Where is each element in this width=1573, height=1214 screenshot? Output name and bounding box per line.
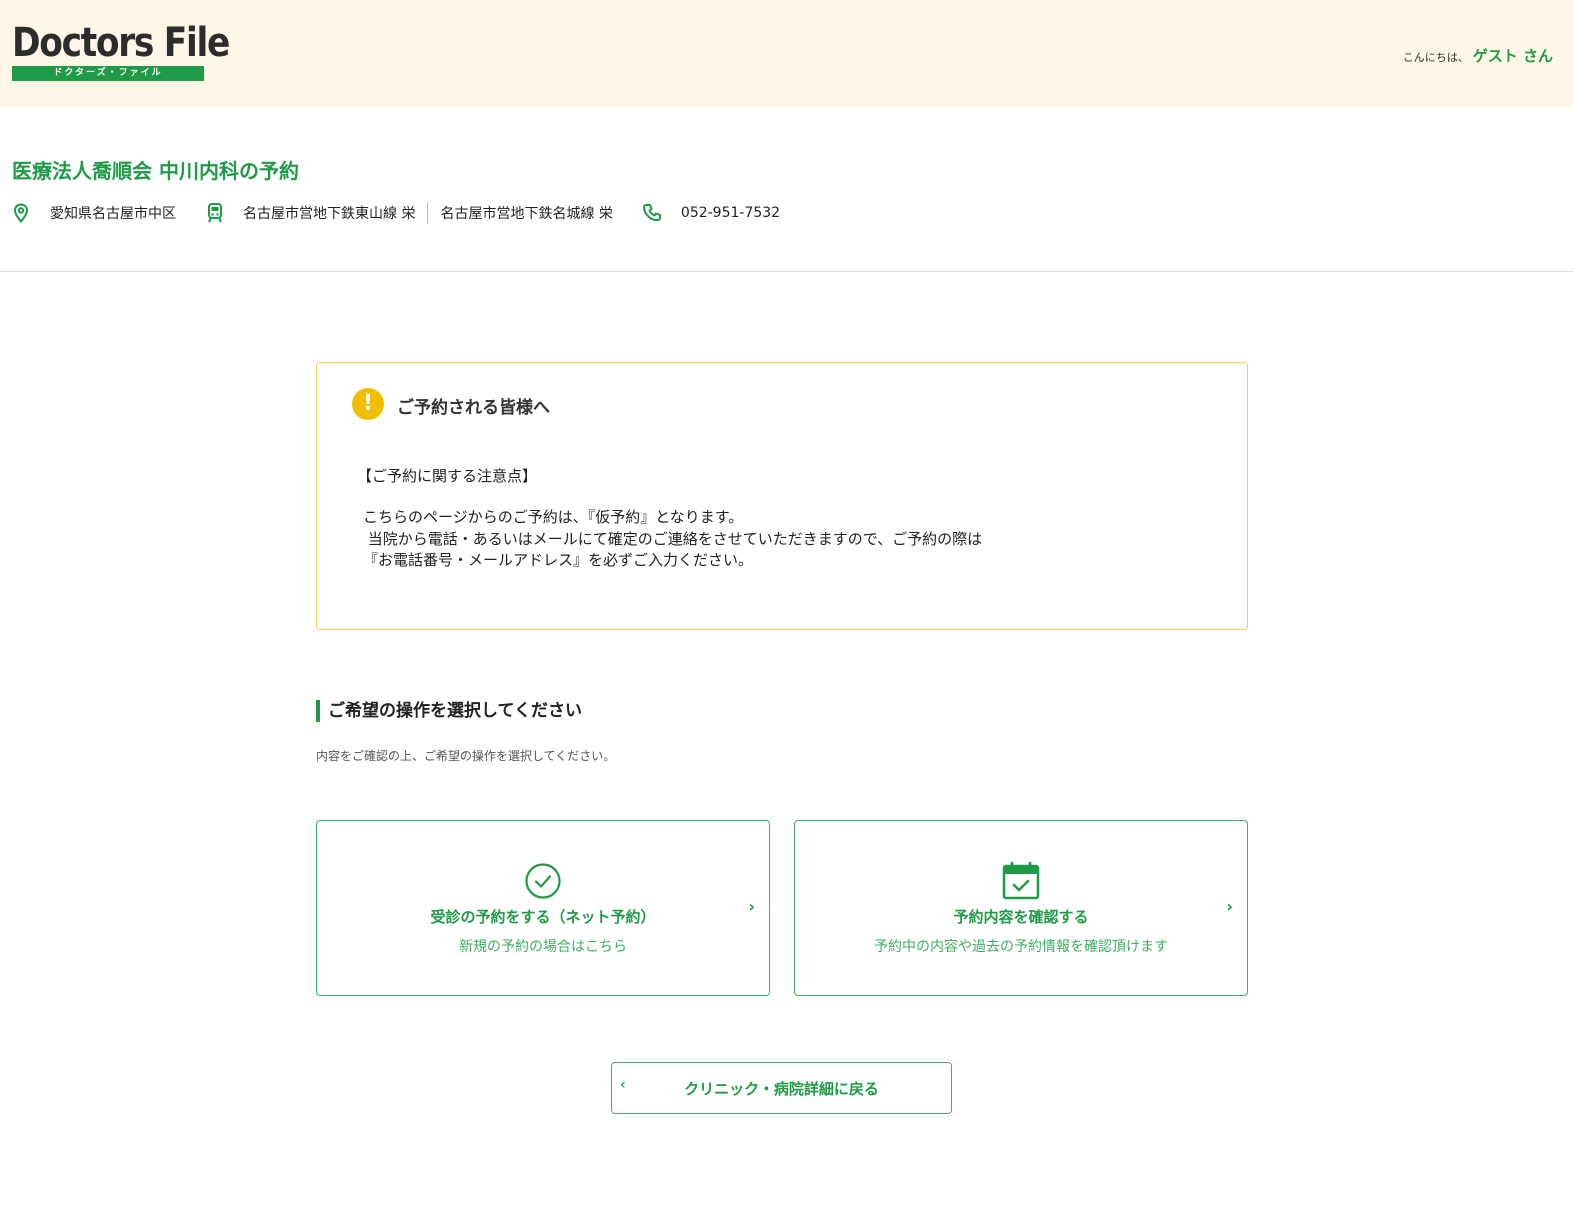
chevron-right-icon: › xyxy=(748,897,755,916)
new-reservation-label: 受診の予約をする（ネット予約） xyxy=(430,908,656,926)
notice-title: ご予約される皆様へ xyxy=(397,398,550,418)
section-description: 内容をご確認の上、ご希望の操作を選択してください。 xyxy=(316,749,616,763)
clinic-title: 医療法人喬順会 中川内科の予約 xyxy=(12,159,299,183)
greeting-text: こんにちは、 xyxy=(1402,51,1469,64)
logo-subtitle: ドクターズ・ファイル xyxy=(12,66,204,81)
check-reservation-label: 予約内容を確認する xyxy=(953,908,1089,926)
train-icon xyxy=(204,202,226,224)
notice-box: ! ご予約される皆様へ 【ご予約に関する注意点】 こちらのページからのご予約は、… xyxy=(316,362,1248,630)
calendar-check-icon xyxy=(1001,861,1041,901)
check-reservation-card[interactable]: 予約内容を確認する 予約中の内容や過去の予約情報を確認頂けます › xyxy=(794,820,1248,996)
chevron-right-icon: › xyxy=(1226,897,1233,916)
new-reservation-card[interactable]: 受診の予約をする（ネット予約） 新規の予約の場合はこちら › xyxy=(316,820,770,996)
logo-text: Doctors File xyxy=(12,20,230,66)
back-button-label: クリニック・病院詳細に戻る xyxy=(684,1080,879,1098)
new-reservation-sub: 新規の予約の場合はこちら xyxy=(459,939,627,955)
doctors-file-logo[interactable]: Doctors File ドクターズ・ファイル xyxy=(12,20,230,81)
station-divider xyxy=(427,202,429,224)
section-title: ご希望の操作を選択してください xyxy=(316,700,582,722)
user-greeting: こんにちは、 ゲスト さん xyxy=(1403,45,1553,66)
phone-icon xyxy=(641,202,663,224)
header-divider xyxy=(0,271,1573,272)
user-name[interactable]: ゲスト さん xyxy=(1473,47,1553,65)
clinic-phone[interactable]: 052-951-7532 xyxy=(681,205,780,221)
clinic-address: 愛知県名古屋市中区 xyxy=(50,206,176,222)
clinic-info-row: 愛知県名古屋市中区 名古屋市営地下鉄東山線 栄 名古屋市営地下鉄名城線 栄 05… xyxy=(10,200,780,226)
check-circle-icon xyxy=(523,861,563,901)
site-header: Doctors File ドクターズ・ファイル こんにちは、 ゲスト さん xyxy=(0,0,1573,107)
station-1: 名古屋市営地下鉄東山線 栄 xyxy=(243,206,416,222)
check-reservation-sub: 予約中の内容や過去の予約情報を確認頂けます xyxy=(874,939,1168,955)
station-2: 名古屋市営地下鉄名城線 栄 xyxy=(440,206,613,222)
location-pin-icon xyxy=(10,202,32,224)
exclamation-icon: ! xyxy=(352,388,384,420)
back-to-clinic-button[interactable]: ‹ クリニック・病院詳細に戻る xyxy=(611,1062,952,1114)
notice-subtitle: 【ご予約に関する注意点】 xyxy=(357,467,538,485)
notice-body: こちらのページからのご予約は、『仮予約』となります。 当院から電話・あるいはメー… xyxy=(363,508,983,569)
